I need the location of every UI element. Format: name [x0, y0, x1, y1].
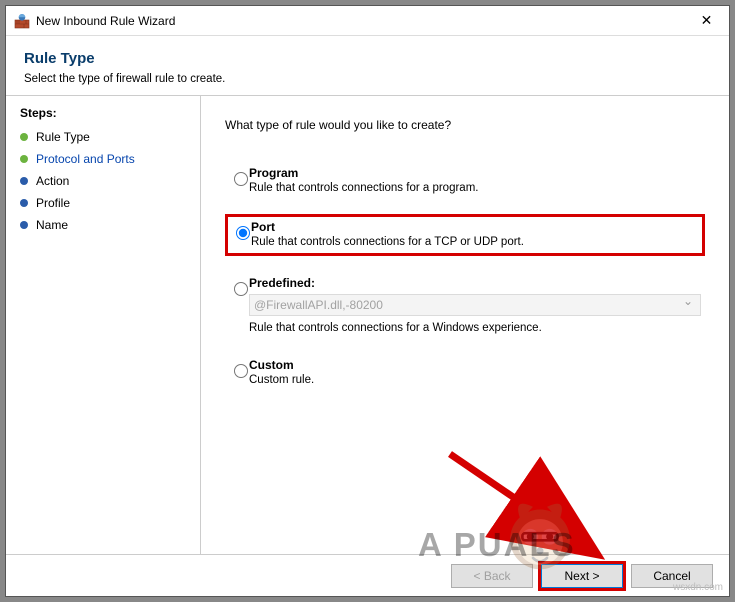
option-title: Port — [251, 220, 699, 234]
option-custom[interactable]: Custom Custom rule. — [225, 354, 705, 390]
header: Rule Type Select the type of firewall ru… — [6, 36, 729, 96]
firewall-icon — [14, 13, 30, 29]
wizard-window: New Inbound Rule Wizard ✕ Rule Type Sele… — [5, 5, 730, 597]
bullet-icon — [20, 133, 28, 141]
option-title: Program — [249, 166, 701, 180]
step-name[interactable]: Name — [20, 214, 186, 236]
back-button[interactable]: < Back — [451, 564, 533, 588]
predefined-select[interactable]: @FirewallAPI.dll,-80200 — [249, 294, 701, 316]
step-profile[interactable]: Profile — [20, 192, 186, 214]
option-desc: Rule that controls connections for a TCP… — [251, 236, 699, 248]
radio-custom[interactable] — [234, 364, 248, 378]
option-title: Custom — [249, 358, 701, 372]
option-port[interactable]: Port Rule that controls connections for … — [225, 214, 705, 256]
step-action[interactable]: Action — [20, 170, 186, 192]
bullet-icon — [20, 199, 28, 207]
window-title: New Inbound Rule Wizard — [36, 14, 684, 28]
titlebar: New Inbound Rule Wizard ✕ — [6, 6, 729, 36]
prompt-text: What type of rule would you like to crea… — [225, 118, 705, 132]
close-button[interactable]: ✕ — [684, 6, 729, 35]
main-panel: What type of rule would you like to crea… — [201, 96, 729, 554]
bullet-icon — [20, 155, 28, 163]
steps-sidebar: Steps: Rule Type Protocol and Ports Acti… — [6, 96, 201, 554]
option-program[interactable]: Program Rule that controls connections f… — [225, 162, 705, 198]
page-heading: Rule Type — [24, 50, 711, 67]
option-predefined[interactable]: Predefined: @FirewallAPI.dll,-80200 Rule… — [225, 272, 705, 338]
option-desc: Rule that controls connections for a Win… — [249, 322, 701, 334]
radio-program[interactable] — [234, 172, 248, 186]
step-label: Profile — [36, 196, 70, 210]
next-button[interactable]: Next > — [541, 564, 623, 588]
steps-label: Steps: — [20, 106, 186, 120]
step-label: Protocol and Ports — [36, 152, 135, 166]
radio-port[interactable] — [236, 226, 250, 240]
option-desc: Rule that controls connections for a pro… — [249, 182, 701, 194]
option-desc: Custom rule. — [249, 374, 701, 386]
option-title: Predefined: — [249, 276, 701, 290]
page-subheading: Select the type of firewall rule to crea… — [24, 73, 711, 85]
bullet-icon — [20, 221, 28, 229]
step-label: Rule Type — [36, 130, 90, 144]
step-label: Action — [36, 174, 69, 188]
bullet-icon — [20, 177, 28, 185]
step-rule-type[interactable]: Rule Type — [20, 126, 186, 148]
footer: < Back Next > Cancel — [6, 554, 729, 596]
cancel-button[interactable]: Cancel — [631, 564, 713, 588]
step-label: Name — [36, 218, 68, 232]
radio-predefined[interactable] — [234, 282, 248, 296]
step-protocol-and-ports[interactable]: Protocol and Ports — [20, 148, 186, 170]
